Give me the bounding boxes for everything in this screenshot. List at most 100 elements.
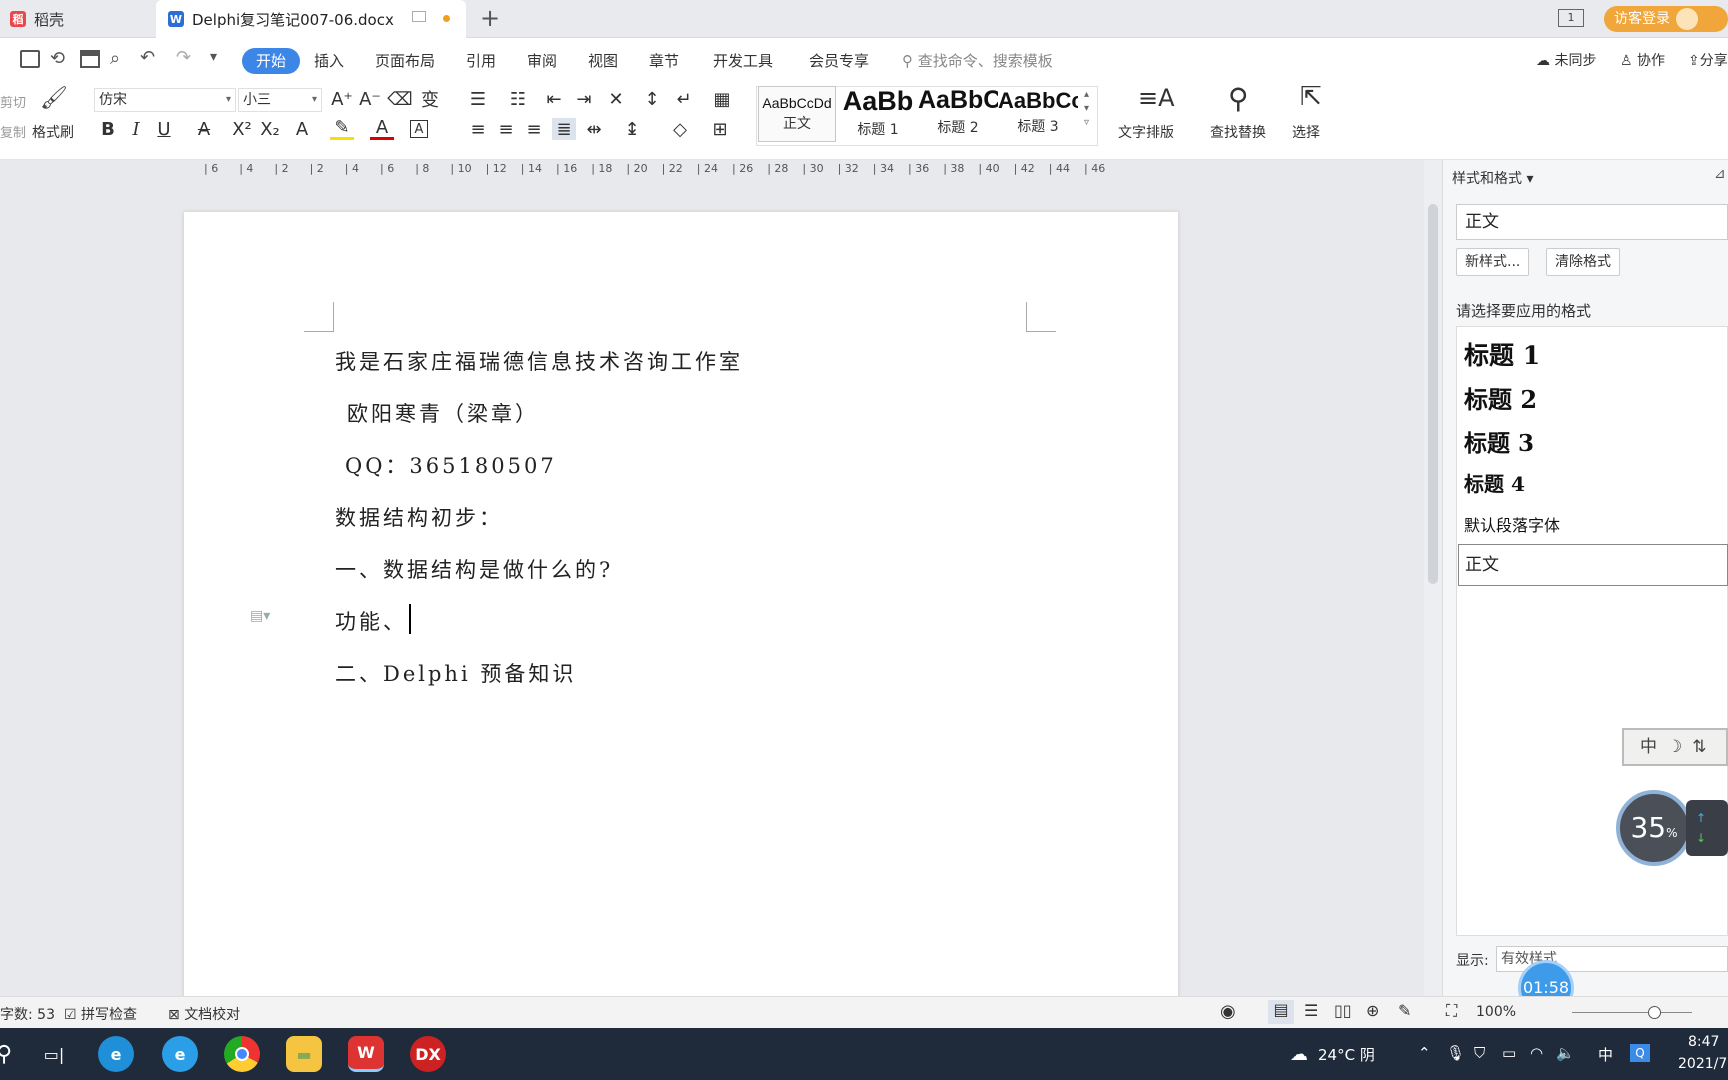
redo-icon[interactable]: ↷ [176, 47, 191, 68]
wifi-icon[interactable]: ◠ [1530, 1044, 1543, 1062]
tab-review[interactable]: 审阅 [527, 48, 557, 74]
clock-date[interactable]: 2021/7 [1678, 1056, 1727, 1072]
style-list-heading3[interactable]: 标题 3 [1464, 424, 1534, 458]
write-mode-icon[interactable]: ✎ [1398, 1001, 1411, 1020]
select-button[interactable]: 选择 [1292, 122, 1320, 142]
subscript-icon[interactable]: X₂ [258, 118, 282, 140]
monitor-icon[interactable] [412, 11, 426, 22]
security-shield-icon[interactable]: ⛉ [1474, 1044, 1485, 1062]
ime-toolbar[interactable]: 中☽⇅ [1622, 728, 1728, 766]
text-layout-icon[interactable]: ≡A [1138, 84, 1175, 112]
decrease-indent-icon[interactable]: ⇤ [542, 88, 566, 110]
styles-panel-title[interactable]: 样式和格式 ▾ [1452, 168, 1533, 188]
tab-daoke[interactable]: 稻 稻壳 [0, 0, 154, 38]
doc-paragraph[interactable]: 数据结构初步： [335, 502, 503, 532]
show-marks-icon[interactable]: ↵ [672, 88, 696, 110]
style-list-heading4[interactable]: 标题 4 [1464, 468, 1525, 497]
tray-expand-icon[interactable]: ⌃ [1418, 1044, 1431, 1062]
zoom-slider[interactable] [1572, 1012, 1692, 1013]
sync-status[interactable]: ☁ 未同步 [1536, 50, 1596, 70]
distribute-icon[interactable]: ⇹ [582, 118, 606, 140]
doc-paragraph[interactable]: 功能、 [335, 606, 407, 636]
tab-insert[interactable]: 插入 [314, 48, 344, 74]
brush-icon[interactable]: 🖌 [40, 86, 68, 114]
weather-text[interactable]: 24°C 阴 [1318, 1044, 1375, 1065]
ie-browser-icon[interactable]: e [162, 1036, 198, 1072]
battery-icon[interactable]: ▭ [1502, 1044, 1516, 1062]
style-heading3[interactable]: AaBbCc 标题 3 [998, 86, 1078, 142]
tab-page-layout[interactable]: 页面布局 [375, 48, 435, 74]
web-view-icon[interactable]: ⊕ [1366, 1001, 1379, 1020]
justify-icon[interactable]: ≣ [552, 118, 576, 140]
search-icon[interactable]: ⚲ [1228, 82, 1249, 115]
phonetic-guide-icon[interactable]: 变 [418, 88, 442, 111]
tab-view[interactable]: 视图 [588, 48, 618, 74]
table-grid-icon[interactable]: ▦ [710, 88, 734, 110]
shading-icon[interactable]: ◇ [668, 118, 692, 140]
grow-font-icon[interactable]: A⁺ [330, 88, 354, 110]
line-spacing-icon[interactable]: ↨ [620, 118, 644, 140]
align-center-icon[interactable]: ≡ [494, 118, 518, 140]
font-size-select[interactable]: 小三 ▾ [238, 88, 322, 112]
clear-format-icon[interactable]: ⌫ [387, 88, 412, 110]
clock-time[interactable]: 8:47 [1688, 1034, 1719, 1050]
italic-icon[interactable]: I [124, 118, 148, 140]
shrink-font-icon[interactable]: A⁻ [358, 88, 382, 110]
strikethrough-icon[interactable]: A [192, 118, 216, 140]
new-style-button[interactable]: 新样式... [1456, 248, 1530, 276]
window-count-icon[interactable]: 1 [1558, 9, 1584, 27]
undo-icon[interactable]: ↶ [140, 47, 155, 68]
format-painter-button[interactable]: 格式刷 [32, 122, 74, 142]
clear-format-button[interactable]: 清除格式 [1546, 248, 1620, 276]
font-name-select[interactable]: 仿宋 ▾ [94, 88, 236, 112]
underline-icon[interactable]: U [152, 118, 176, 140]
eye-protection-icon[interactable]: ◉ [1220, 1001, 1236, 1022]
borders-icon[interactable]: ⊞ [708, 118, 732, 140]
find-replace-button[interactable]: 查找替换 [1210, 122, 1266, 142]
wps-taskbar-icon[interactable]: W [348, 1036, 384, 1072]
style-heading2[interactable]: AaBbC 标题 2 [918, 86, 998, 142]
current-style-field[interactable]: 正文 [1456, 204, 1728, 240]
chinese-layout-icon[interactable]: ✕ [604, 88, 628, 110]
chrome-icon[interactable] [224, 1036, 260, 1072]
doc-paragraph[interactable]: QQ：365180507 [345, 450, 557, 480]
microphone-icon[interactable]: 🎙 [1446, 1044, 1465, 1062]
qq-tray-icon[interactable]: Q [1630, 1044, 1650, 1062]
share-button[interactable]: ⇪分享 [1688, 50, 1728, 70]
doc-paragraph[interactable]: 二、Delphi 预备知识 [335, 658, 576, 688]
file-explorer-icon[interactable]: ▬ [286, 1036, 322, 1072]
word-count[interactable]: 字数: 53 [0, 1004, 55, 1024]
bullet-list-icon[interactable]: ☰ [466, 88, 490, 110]
print-icon[interactable] [80, 50, 100, 68]
align-left-icon[interactable]: ≡ [466, 118, 490, 140]
reading-view-icon[interactable]: ▯▯ [1334, 1001, 1352, 1020]
document-page[interactable] [184, 212, 1178, 1002]
text-effect-icon[interactable]: A [290, 118, 314, 140]
zoom-level[interactable]: 100% [1476, 1004, 1516, 1020]
cut-button[interactable]: 剪切 [0, 92, 26, 111]
fit-page-icon[interactable]: ⛶ [1446, 1001, 1457, 1021]
style-list-default-font[interactable]: 默认段落字体 [1464, 512, 1560, 536]
history-icon[interactable]: ⟲ [50, 48, 65, 69]
superscript-icon[interactable]: X² [230, 118, 254, 140]
visitor-login-button[interactable]: 访客登录 [1604, 6, 1728, 32]
search-icon[interactable]: ⚲ [0, 1036, 22, 1072]
sort-icon[interactable]: ↕ [640, 88, 664, 110]
volume-icon[interactable]: 🔈 [1556, 1044, 1575, 1062]
style-list-heading2[interactable]: 标题 2 [1464, 380, 1537, 415]
char-border-icon[interactable]: A [410, 120, 428, 138]
paragraph-handle-icon[interactable]: ▤▾ [250, 608, 270, 624]
doc-proof-button[interactable]: ⊠ 文档校对 [168, 1004, 240, 1024]
tab-document[interactable]: W Delphi复习笔记007-06.docx [156, 0, 466, 38]
style-scroll-icon[interactable]: ▴ ▾ ▿ [1084, 88, 1089, 130]
spell-check-button[interactable]: ☑ 拼写检查 [64, 1004, 137, 1024]
page-view-icon[interactable]: ▤ [1268, 1000, 1294, 1024]
vertical-scrollbar[interactable] [1424, 160, 1442, 996]
tab-start[interactable]: 开始 [242, 48, 301, 74]
highlight-icon[interactable]: ✎ [330, 117, 354, 140]
font-color-icon[interactable]: A [370, 117, 394, 140]
zoom-slider-handle[interactable] [1648, 1006, 1661, 1019]
doc-paragraph[interactable]: 我是石家庄福瑞德信息技术咨询工作室 [335, 346, 743, 376]
text-layout-button[interactable]: 文字排版 [1118, 122, 1174, 142]
collaborate-button[interactable]: ♙ 协作 [1620, 50, 1665, 70]
